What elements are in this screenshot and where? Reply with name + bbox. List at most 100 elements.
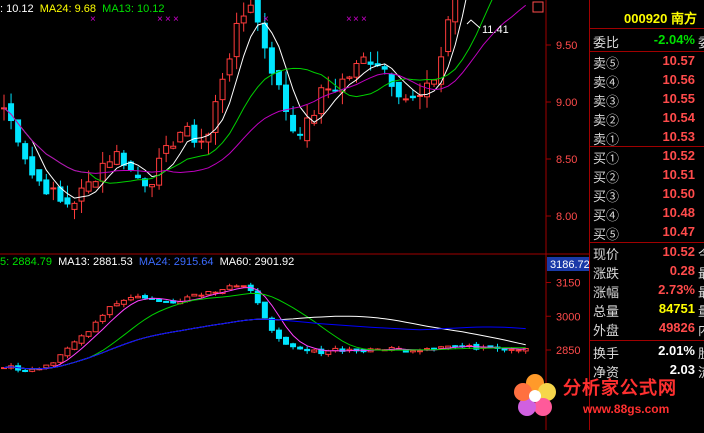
candle-body [22, 143, 29, 160]
candle-body [36, 169, 43, 182]
sell-row: 卖② 10.54 [590, 110, 704, 129]
separator [590, 242, 704, 243]
buy-label: 买② [593, 170, 620, 185]
legend-b-ma24: MA24: 2915.64 [138, 256, 214, 268]
candle-body [113, 303, 120, 307]
signal-mark: × [157, 14, 163, 25]
separator [590, 340, 704, 341]
buy-row: 买④ 10.48 [590, 205, 704, 224]
stat-label: 涨幅 [593, 285, 620, 300]
watermark: 分析家公式网 www.88gs.com [505, 366, 704, 430]
candle-body [381, 66, 388, 70]
stat-ext: 量 [698, 301, 704, 320]
signal-marks: × × × × × × × × [90, 14, 367, 25]
candle-body [501, 348, 508, 351]
top-legend: : 10.12 MA24: 9.68 MA13: 10.12 [0, 3, 165, 15]
candle-body [268, 317, 275, 331]
candle-body [99, 314, 106, 322]
sell-value: 10.57 [662, 53, 695, 68]
candle-body [71, 341, 78, 350]
candle-body [283, 84, 289, 112]
candle-body [240, 15, 247, 24]
top-price-axis: 11.5011.0010.5010.009.509.008.508.00 [546, 40, 577, 223]
stat-row: 涨幅 2.73%最 [590, 282, 704, 301]
restore-icon[interactable] [532, 1, 544, 13]
watermark-text: 分析家公式网 [563, 378, 677, 398]
bottom-index-axis: 3150 3000 2850 [546, 278, 580, 357]
bottom-legend: 5: 2884.79 MA13: 2881.53 MA24: 2915.64 M… [0, 256, 294, 268]
candle-body [22, 369, 29, 372]
candle-body [177, 131, 184, 143]
separator [590, 51, 704, 52]
buy-row: 买⑤ 10.47 [590, 224, 704, 243]
buy-row: 买① 10.52 [590, 148, 704, 167]
stat-row: 涨跌 0.28最 [590, 263, 704, 282]
sell-label: 卖③ [593, 94, 620, 109]
stat-row: 外盘 49826内 [590, 320, 704, 339]
candle-body [50, 187, 57, 190]
candle-body [233, 285, 240, 288]
candle-body [78, 335, 85, 344]
buy-label: 买④ [593, 208, 620, 223]
candle-body [43, 179, 50, 195]
axis-tick-label: 2850 [556, 345, 580, 357]
candle-body [297, 133, 304, 136]
candle-body [120, 152, 127, 166]
candle-body [106, 306, 113, 316]
sell-label: 卖④ [593, 75, 620, 90]
stat-label: 涨跌 [593, 266, 620, 281]
legend-b-ma-a: 5: 2884.79 [0, 256, 52, 268]
candle-body [290, 114, 297, 132]
stat2-ext: 股 [698, 343, 704, 362]
signal-mark: × [165, 14, 171, 25]
candle-body [43, 364, 50, 369]
legend-ma13: MA13: 10.12 [102, 3, 165, 15]
candle-body [508, 348, 515, 351]
candle-body [134, 295, 141, 299]
candle-body [388, 73, 395, 87]
stat-value: 10.52 [662, 244, 695, 259]
candle-body [64, 197, 71, 205]
top-candles [1, 0, 459, 220]
buy-value: 10.52 [662, 148, 695, 163]
separator [590, 146, 704, 147]
candle-body [92, 321, 99, 333]
stat2-label: 换手 [593, 346, 620, 361]
buy-label: 买⑤ [593, 227, 620, 242]
legend-b-ma13: MA13: 2881.53 [58, 256, 133, 268]
candle-body [240, 285, 247, 288]
stat-value: 2.73% [658, 282, 695, 297]
candle-body [438, 346, 445, 349]
candle-body [409, 95, 416, 99]
buy-label: 买① [593, 151, 620, 166]
legend-ma-a: : 10.12 [0, 3, 34, 15]
candle-body [452, 0, 459, 23]
candle-body [254, 290, 261, 304]
candle-body [120, 299, 127, 305]
candle-body [212, 101, 219, 133]
buy-row: 买② 10.51 [590, 167, 704, 186]
sell-label: 卖② [593, 113, 620, 128]
candle-body [184, 125, 191, 137]
candle-body [50, 362, 57, 366]
chart-canvas[interactable]: 11.5011.0010.5010.009.509.008.508.00 ×××… [0, 0, 589, 430]
candle-body [149, 184, 156, 188]
candle-body [452, 345, 459, 348]
candle-body [261, 22, 268, 49]
candle-body [29, 156, 36, 176]
candle-body [134, 174, 141, 179]
candle-body [360, 56, 367, 64]
buy-value: 10.51 [662, 167, 695, 182]
stat-label: 总量 [593, 304, 620, 319]
candle-body [304, 117, 311, 142]
candle-body [325, 88, 332, 91]
candle-body [275, 329, 282, 339]
bottom-ma-lines [3, 286, 526, 370]
candle-body [64, 347, 71, 357]
sell-value: 10.56 [662, 72, 695, 87]
candle-body [163, 145, 170, 154]
candle-body [212, 291, 219, 294]
stock-title[interactable]: 000920 南方 [590, 8, 704, 27]
axis-tick-label: 3150 [556, 278, 580, 290]
candle-body [297, 346, 304, 350]
